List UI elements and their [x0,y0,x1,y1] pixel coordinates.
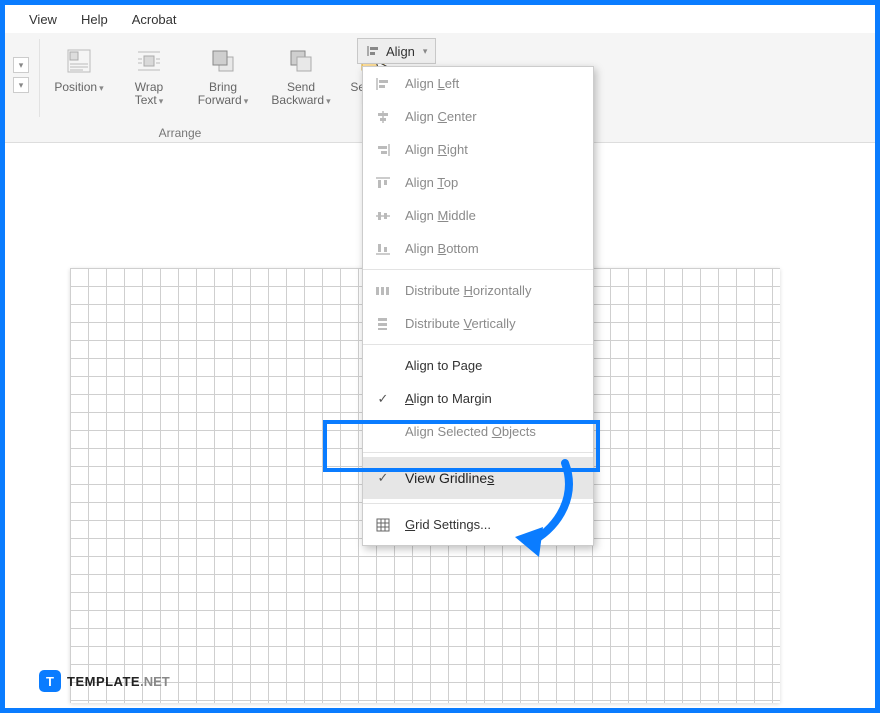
send-backward-icon [283,43,319,79]
align-left-item[interactable]: Align Left [363,67,593,100]
menu-view[interactable]: View [29,12,57,27]
divider [39,39,40,117]
quick-btn-2[interactable]: ▾ [13,77,29,93]
bring-label: Bring Forward [198,80,242,107]
bring-forward-button[interactable]: Bring Forward▾ [184,39,262,107]
logo-text: TEMPLATE.NET [67,674,170,689]
check-icon: ✓ [373,391,393,407]
align-left-icon [373,77,393,91]
align-right-item[interactable]: Align Right [363,133,593,166]
chevron-down-icon: ▾ [159,96,164,106]
quick-chevrons: ▾ ▾ [13,39,29,93]
view-gridlines-item[interactable]: ✓ View Gridlines [363,457,593,499]
send-label: Send Backward [271,80,324,107]
chevron-down-icon: ▾ [244,96,249,106]
grid-settings-item[interactable]: Grid Settings... [363,508,593,541]
group-label-arrange: Arrange [5,126,355,140]
align-icon [366,44,380,58]
wrap-text-icon [131,43,167,79]
chevron-down-icon: ▾ [99,83,104,93]
align-middle-item[interactable]: Align Middle [363,199,593,232]
separator [363,503,593,504]
align-bottom-icon [373,242,393,256]
separator [363,452,593,453]
align-menu: Align Left Align Center Align Right Alig… [362,66,594,546]
distribute-horizontal-item[interactable]: Distribute Horizontally [363,274,593,307]
chevron-down-icon: ▾ [423,46,428,57]
align-top-icon [373,176,393,190]
align-top-item[interactable]: Align Top [363,166,593,199]
align-to-page-label: Align to Page [405,358,482,373]
align-center-item[interactable]: Align Center [363,100,593,133]
align-to-margin-item[interactable]: ✓ Align to Margin [363,382,593,415]
bring-forward-icon [205,43,241,79]
align-label: Align [386,44,415,59]
watermark-logo: T TEMPLATE.NET [39,670,170,692]
menu-acrobat[interactable]: Acrobat [132,12,177,27]
check-icon: ✓ [373,470,393,486]
menubar: View Help Acrobat [5,5,875,33]
align-middle-icon [373,209,393,223]
position-label: Position [54,80,97,94]
align-dropdown-button[interactable]: Align ▾ [357,38,436,64]
separator [363,344,593,345]
align-bottom-item[interactable]: Align Bottom [363,232,593,265]
logo-t-icon: T [39,670,61,692]
align-to-page-item[interactable]: Align to Page [363,349,593,382]
align-center-icon [373,110,393,124]
distribute-v-icon [373,317,393,331]
position-icon [61,43,97,79]
align-selected-objects-item[interactable]: Align Selected Objects [363,415,593,448]
chevron-down-icon: ▾ [326,96,331,106]
align-right-icon [373,143,393,157]
app-frame: View Help Acrobat ▾ ▾ Position▾ Wrap Tex… [0,0,880,713]
distribute-h-icon [373,284,393,298]
menu-help[interactable]: Help [81,12,108,27]
l: L [438,76,445,91]
separator [363,269,593,270]
distribute-vertical-item[interactable]: Distribute Vertically [363,307,593,340]
position-button[interactable]: Position▾ [44,39,114,94]
wrap-text-button[interactable]: Wrap Text▾ [114,39,184,107]
send-backward-button[interactable]: Send Backward▾ [262,39,340,107]
grid-icon [373,518,393,532]
quick-btn-1[interactable]: ▾ [13,57,29,73]
